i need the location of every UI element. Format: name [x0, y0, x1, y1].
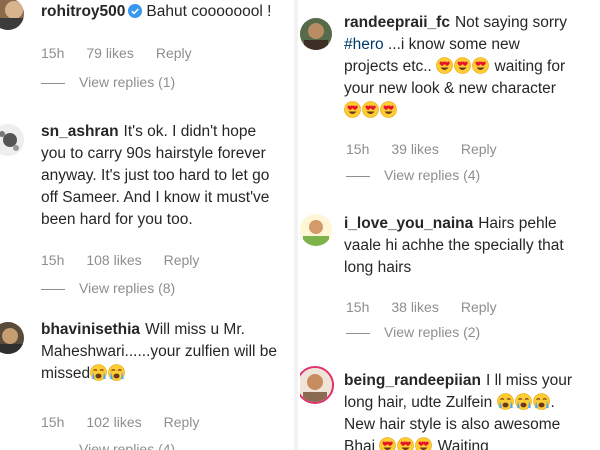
view-replies-link[interactable]: View replies (1) — [41, 74, 175, 90]
comment-body-line: projects etc.. — [344, 58, 432, 75]
comment-username[interactable]: i_love_you_naina — [344, 215, 473, 232]
comment-text: rohitroy500 Bahut coooooool ! — [41, 1, 291, 23]
view-replies-link[interactable]: View replies (4) — [41, 441, 175, 450]
crying-face-emoji-icon — [514, 393, 532, 410]
heart-eyes-emoji-icon — [397, 437, 415, 450]
comment-body: It's ok. I didn't hope — [123, 123, 257, 140]
reply-button[interactable]: Reply — [461, 141, 497, 157]
replies-line — [346, 332, 370, 334]
avatar[interactable] — [0, 0, 24, 30]
comment-text: i_love_you_naina Hairs pehle vaale hi ach… — [344, 213, 600, 279]
comment-body-line: your new look & new character — [344, 80, 556, 97]
replies-line — [41, 288, 65, 290]
heart-eyes-emoji-icon — [415, 437, 433, 450]
heart-eyes-emoji-icon — [472, 57, 490, 74]
heart-eyes-emoji-icon — [380, 101, 397, 118]
heart-eyes-emoji-icon — [436, 57, 454, 74]
comment-likes[interactable]: 108 likes — [86, 252, 141, 268]
comment-text: being_randeepiian I ll miss your long hai… — [344, 370, 600, 450]
crying-face-emoji-icon — [90, 364, 108, 381]
comment-username[interactable]: bhavinisethia — [41, 321, 140, 338]
comment-username[interactable]: sn_ashran — [41, 123, 119, 140]
comment-body-line: missed — [41, 365, 91, 382]
comment-time: 15h — [41, 252, 65, 268]
comment-time: 15h — [346, 299, 370, 315]
comment-body: I ll miss your — [485, 372, 573, 389]
view-replies-label: View replies (4) — [384, 167, 481, 183]
view-replies-label: View replies (2) — [384, 324, 481, 340]
column-divider — [294, 0, 298, 450]
comment-meta: 15h 102 likes Reply — [41, 414, 221, 430]
comment-meta: 15h 79 likes Reply — [41, 45, 214, 61]
comment-likes[interactable]: 102 likes — [86, 414, 141, 430]
avatar[interactable] — [300, 366, 334, 404]
comment-username[interactable]: being_randeepiian — [344, 372, 481, 389]
verified-badge-icon — [128, 4, 143, 18]
comment-time: 15h — [41, 414, 65, 430]
comment-likes[interactable]: 38 likes — [391, 299, 438, 315]
comment-time: 15h — [346, 141, 370, 157]
crying-face-emoji-icon — [108, 364, 126, 381]
reply-button[interactable]: Reply — [164, 252, 200, 268]
avatar[interactable] — [300, 18, 332, 50]
comment-body-line: waiting for — [494, 58, 566, 75]
comment-text: sn_ashran It's ok. I didn't hope you to c… — [41, 121, 292, 231]
comment-meta: 15h 108 likes Reply — [41, 252, 221, 268]
hashtag-link[interactable]: #hero — [344, 36, 384, 53]
comment-body-line: . — [550, 394, 555, 411]
replies-line — [41, 82, 65, 84]
avatar[interactable] — [0, 124, 24, 156]
view-replies-label: View replies (4) — [79, 441, 176, 450]
right-comment-column: randeepraii_fc Not saying sorry #hero ...… — [300, 0, 600, 450]
avatar[interactable] — [0, 322, 24, 354]
heart-eyes-emoji-icon — [379, 437, 397, 450]
view-replies-link[interactable]: View replies (8) — [41, 280, 175, 296]
comment-body-line: Bhai — [344, 438, 376, 450]
reply-button[interactable]: Reply — [164, 414, 200, 430]
heart-eyes-emoji-icon — [454, 57, 472, 74]
comment-body: Will miss u Mr. — [145, 321, 245, 338]
comment-likes[interactable]: 39 likes — [391, 141, 438, 157]
comment-body-line: Waiting — [437, 438, 489, 450]
heart-eyes-emoji-icon — [362, 101, 379, 118]
comment-body-line: Maheshwari......your zulfien will be — [41, 343, 278, 360]
comment-body-line: you to carry 90s hairstyle forever — [41, 145, 266, 162]
comment-text: randeepraii_fc Not saying sorry #hero ...… — [344, 12, 600, 122]
comment-body-line: ...i know some new — [387, 36, 520, 53]
comment-body-line: long hairs — [344, 259, 412, 276]
comment-username[interactable]: rohitroy500 — [41, 3, 125, 20]
view-replies-label: View replies (8) — [79, 280, 176, 296]
comment-body: Hairs pehle — [478, 215, 557, 232]
comment-body: Bahut coooooool ! — [146, 3, 272, 20]
comment-body-line: New hair style is also awesome — [344, 416, 561, 433]
view-replies-link[interactable]: View replies (2) — [346, 324, 480, 340]
crying-face-emoji-icon — [532, 393, 550, 410]
comment-meta: 15h 39 likes Reply — [346, 141, 519, 157]
comment-body: Not saying sorry — [454, 14, 567, 31]
reply-button[interactable]: Reply — [156, 45, 192, 61]
comment-username[interactable]: randeepraii_fc — [344, 14, 450, 31]
comment-body-line: anyway. It's just too hard to let go — [41, 167, 270, 184]
comment-text: bhavinisethia Will miss u Mr. Maheshwari.… — [41, 319, 292, 385]
replies-line — [346, 175, 370, 177]
avatar[interactable] — [300, 214, 332, 246]
comment-time: 15h — [41, 45, 65, 61]
view-replies-label: View replies (1) — [79, 74, 176, 90]
comment-body-line: long hair, udte Zulfein — [344, 394, 493, 411]
view-replies-link[interactable]: View replies (4) — [346, 167, 480, 183]
crying-face-emoji-icon — [496, 393, 514, 410]
left-comment-column: rohitroy500 Bahut coooooool ! 15h 79 likes… — [0, 0, 292, 450]
reply-button[interactable]: Reply — [461, 299, 497, 315]
comment-body-line: been hard for you too. — [41, 211, 193, 228]
comment-body-line: off Sameer. And I know it must've — [41, 189, 270, 206]
comment-likes[interactable]: 79 likes — [86, 45, 133, 61]
heart-eyes-emoji-icon — [344, 101, 361, 118]
comment-meta: 15h 38 likes Reply — [346, 299, 519, 315]
comment-body-line: vaale hi achhe the specially that — [344, 237, 564, 254]
